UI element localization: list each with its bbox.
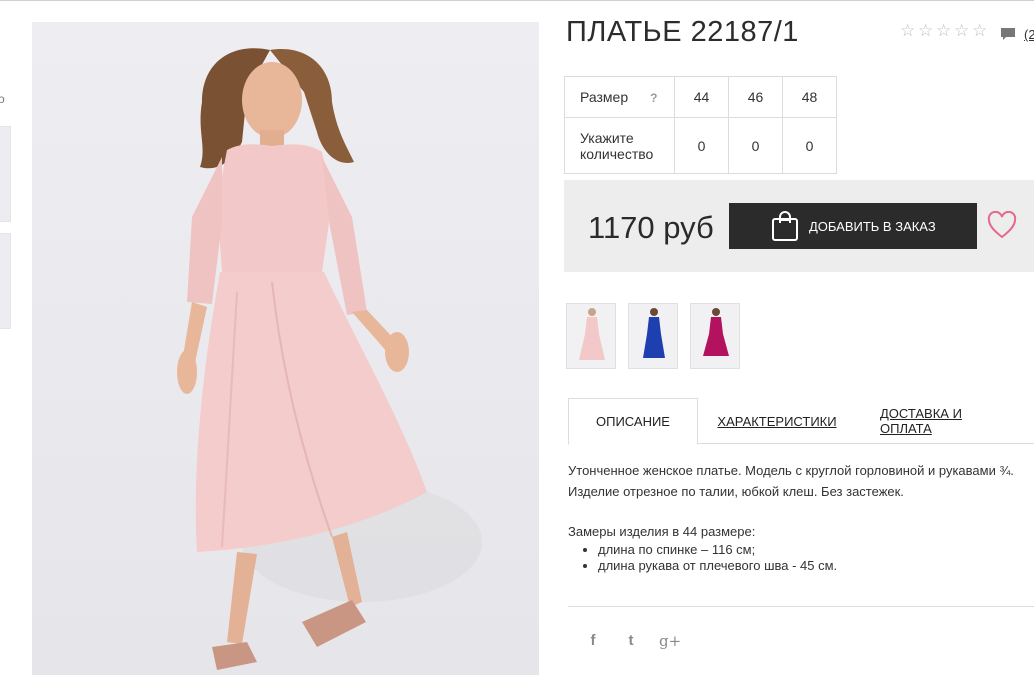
product-main-photo[interactable]	[32, 22, 539, 675]
size-option[interactable]: 44	[674, 76, 729, 118]
product-tabs: ОПИСАНИЕ ХАРАКТЕРИСТИКИ ДОСТАВКА И ОПЛАТ…	[568, 398, 1034, 445]
star-outline-icon[interactable]: ☆	[936, 22, 952, 39]
shopping-bag-icon	[772, 211, 798, 241]
gallery-thumb-partial[interactable]	[0, 233, 11, 329]
quantity-input[interactable]: 0	[728, 117, 783, 174]
quantity-label: Укажите количество	[564, 117, 675, 174]
reviews-link[interactable]: (2	[1024, 27, 1034, 42]
measures-block: Замеры изделия в 44 размере: длина по сп…	[568, 524, 1034, 574]
dress-magenta-thumb	[703, 308, 729, 356]
tab-delivery[interactable]: ДОСТАВКА И ОПЛАТА	[880, 398, 1006, 444]
star-outline-icon[interactable]: ☆	[972, 22, 988, 39]
size-quantity-table: Размер? 44 46 48 Укажите количество 0 0 …	[564, 76, 837, 174]
size-help-icon[interactable]: ?	[650, 91, 657, 105]
size-option[interactable]: 46	[728, 76, 783, 118]
social-share: f t g+	[583, 632, 682, 650]
product-price: 1170 руб	[588, 210, 714, 245]
product-title: ПЛАТЬЕ 22187/1	[566, 16, 799, 48]
measures-list: длина по спинке – 116 см; длина рукава о…	[568, 542, 1034, 574]
tab-specs[interactable]: ХАРАКТЕРИСТИКИ	[717, 398, 836, 444]
gallery-sidebar: о	[0, 0, 12, 675]
google-plus-icon[interactable]: g+	[659, 632, 681, 650]
description-line: Изделие отрезное по талии, юбкой клеш. Б…	[568, 484, 904, 499]
add-to-order-label: ДОБАВИТЬ В ЗАКАЗ	[809, 218, 936, 234]
description-text: Утонченное женское платье. Модель с круг…	[568, 460, 1034, 502]
size-option[interactable]: 48	[782, 76, 837, 118]
top-border	[0, 0, 1034, 1]
size-label-cell: Размер?	[564, 76, 675, 118]
tab-description[interactable]: ОПИСАНИЕ	[568, 398, 698, 445]
measures-title: Замеры изделия в 44 размере:	[568, 524, 756, 539]
star-outline-icon[interactable]: ☆	[954, 22, 970, 39]
color-thumbnails	[566, 303, 740, 369]
star-outline-icon[interactable]: ☆	[900, 22, 916, 39]
twitter-icon[interactable]: t	[621, 632, 641, 650]
thumb-blue[interactable]	[628, 303, 678, 369]
quantity-input[interactable]: 0	[674, 117, 729, 174]
list-item: длина по спинке – 116 см;	[598, 542, 1034, 558]
thumb-pink[interactable]	[566, 303, 616, 369]
thumb-magenta[interactable]	[690, 303, 740, 369]
sidebar-glyph: о	[0, 92, 5, 106]
size-label: Размер	[580, 89, 629, 105]
add-to-order-button[interactable]: ДОБАВИТЬ В ЗАКАЗ	[729, 203, 977, 249]
divider	[568, 606, 1034, 607]
gallery-thumb-partial[interactable]	[0, 126, 11, 222]
description-line: Утонченное женское платье. Модель с круг…	[568, 463, 1014, 478]
rating-stars[interactable]: ☆ ☆ ☆ ☆ ☆	[900, 22, 988, 39]
heart-icon[interactable]	[987, 211, 1017, 239]
dress-blue-thumb	[643, 308, 665, 358]
purchase-panel: 1170 руб ДОБАВИТЬ В ЗАКАЗ	[564, 180, 1034, 272]
star-outline-icon[interactable]: ☆	[918, 22, 934, 39]
model-illustration	[177, 48, 482, 670]
list-item: длина рукава от плечевого шва - 45 см.	[598, 558, 1034, 574]
facebook-icon[interactable]: f	[583, 632, 603, 650]
quantity-input[interactable]: 0	[782, 117, 837, 174]
dress-pink-thumb	[579, 308, 605, 360]
comment-icon[interactable]	[1000, 27, 1016, 41]
